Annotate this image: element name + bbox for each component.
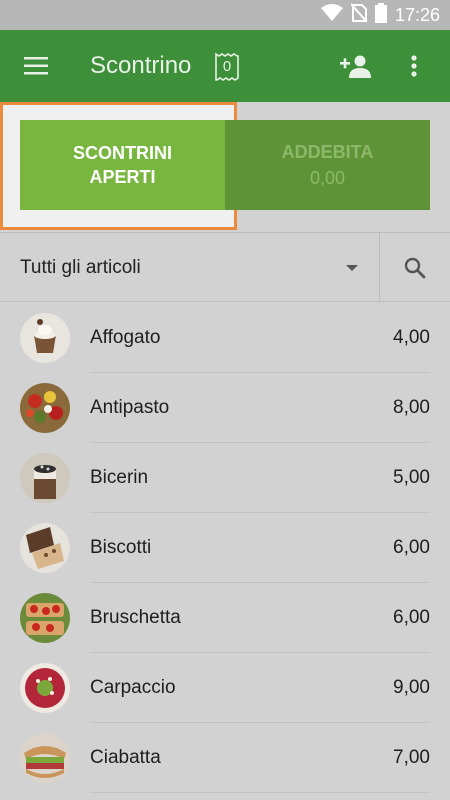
list-item[interactable]: Carpaccio 9,00 [0, 653, 450, 723]
status-bar: 17:26 [0, 0, 450, 30]
item-name: Ciabatta [90, 747, 161, 768]
item-image-ciabatta [20, 733, 70, 783]
item-image-biscotti [20, 523, 70, 573]
item-name: Bicerin [90, 467, 149, 488]
search-icon [404, 257, 426, 279]
list-item[interactable]: Bicerin 5,00 [0, 443, 450, 513]
list-item[interactable]: Bruschetta 6,00 [0, 583, 450, 653]
no-sim-icon [350, 2, 368, 28]
open-tickets-button[interactable]: SCONTRINI APERTI [20, 120, 225, 210]
list-item[interactable]: Biscotti 6,00 [0, 513, 450, 583]
category-label: Tutti gli articoli [20, 257, 141, 278]
ticket-count: 0 [222, 58, 232, 75]
battery-icon [374, 2, 387, 28]
list-item[interactable]: Affogato 4,00 [0, 303, 450, 373]
app-bar: Scontrino 0 [0, 30, 450, 102]
item-image-antipasto [20, 383, 70, 433]
item-price: 5,00 [393, 467, 430, 488]
item-price: 9,00 [393, 677, 430, 698]
dropdown-arrow-icon [346, 265, 358, 271]
item-list: Affogato 4,00 Antipasto 8,00 Bicerin 5,0… [0, 303, 450, 800]
wifi-icon [320, 3, 343, 27]
more-vert-icon[interactable] [398, 46, 430, 86]
list-item[interactable]: Ciabatta 7,00 [0, 723, 450, 793]
open-tickets-label-line2: APERTI [89, 167, 156, 187]
item-name: Bruschetta [90, 607, 181, 628]
item-name: Affogato [90, 327, 161, 348]
item-image-affogato [20, 313, 70, 363]
item-image-carpaccio [20, 663, 70, 713]
item-name: Biscotti [90, 537, 152, 558]
item-price: 8,00 [393, 397, 430, 418]
item-name: Carpaccio [90, 677, 176, 698]
category-dropdown[interactable]: Tutti gli articoli [0, 233, 379, 303]
list-item[interactable]: Antipasto 8,00 [0, 373, 450, 443]
item-price: 6,00 [393, 607, 430, 628]
item-divider [90, 792, 430, 793]
search-button[interactable] [380, 233, 450, 303]
charge-amount: 0,00 [309, 168, 346, 188]
item-image-bicerin [20, 453, 70, 503]
item-name: Antipasto [90, 397, 170, 418]
add-customer-icon[interactable] [336, 46, 376, 86]
ticket-badge[interactable]: 0 [214, 52, 240, 82]
menu-icon[interactable] [14, 44, 58, 88]
item-price: 6,00 [393, 537, 430, 558]
filter-bar: Tutti gli articoli [0, 232, 450, 303]
open-tickets-label-line1: SCONTRINI [73, 143, 172, 163]
item-image-bruschetta [20, 593, 70, 643]
status-time: 17:26 [394, 4, 440, 25]
item-price: 7,00 [393, 747, 430, 768]
charge-button[interactable]: ADDEBITA 0,00 [225, 120, 430, 210]
item-price: 4,00 [393, 327, 430, 348]
page-title: Scontrino [90, 52, 192, 79]
action-area: SCONTRINI APERTI ADDEBITA 0,00 [0, 102, 450, 232]
charge-label: ADDEBITA [281, 142, 374, 162]
